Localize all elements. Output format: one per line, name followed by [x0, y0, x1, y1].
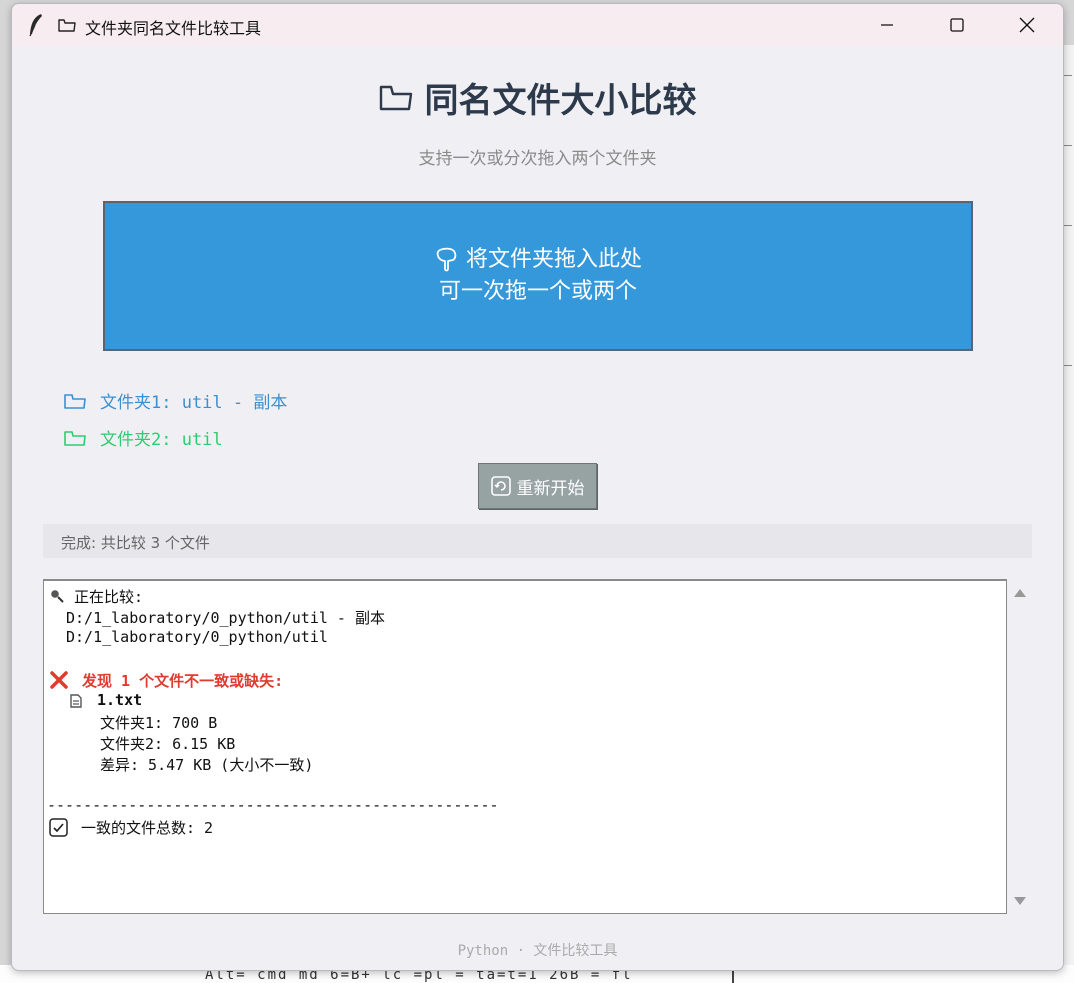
title-bar[interactable]: 文件夹同名文件比较工具 — [12, 4, 1063, 46]
drop-zone[interactable]: 将文件夹拖入此处 可一次拖一个或两个 — [103, 201, 973, 351]
reset-button-label: 重新开始 — [516, 478, 585, 499]
size2-text: 文件夹2: 6.15 KB — [100, 735, 236, 753]
diff-text: 差异: 5.47 KB (大小不一致) — [100, 756, 314, 774]
maximize-icon — [950, 18, 964, 32]
folder1-label: 文件夹1: util - 副本 — [64, 388, 287, 413]
drop-zone-line1: 将文件夹拖入此处 — [434, 244, 642, 276]
file-name: 1.txt — [97, 691, 143, 709]
mismatch-header: 发现 1 个文件不一致或缺失: — [82, 672, 284, 690]
maximize-button[interactable] — [922, 4, 992, 46]
minimize-button[interactable] — [852, 4, 922, 46]
folder2-label: 文件夹2: util — [64, 425, 223, 450]
folder-icon — [64, 430, 86, 446]
cross-mark-icon — [50, 671, 68, 689]
folder-icon — [379, 85, 412, 111]
page-header: 同名文件大小比较 — [12, 70, 1063, 124]
page-title: 同名文件大小比较 — [424, 80, 697, 121]
refresh-icon — [490, 476, 511, 496]
folder-icon — [64, 393, 86, 409]
feather-icon — [29, 14, 42, 37]
background-mark — [1064, 365, 1072, 366]
drop-zone-hint: 可一次拖一个或两个 — [438, 279, 637, 304]
app-window: 文件夹同名文件比较工具 同名文件大小比较 支持一次或分次拖入两个文件夹 将文件夹… — [11, 3, 1064, 971]
log-scrollbar[interactable] — [1007, 579, 1032, 913]
folder1-text: 文件夹1: util - 副本 — [100, 393, 288, 413]
path1-text: D:/1_laboratory/0_python/util - 副本 — [66, 609, 385, 627]
separator-line: ----------------------------------------… — [47, 796, 499, 814]
consistent-count: 一致的文件总数: 2 — [81, 819, 214, 837]
pointing-down-icon — [436, 247, 457, 272]
background-mark — [1064, 145, 1072, 146]
page-subtitle: 支持一次或分次拖入两个文件夹 — [418, 149, 657, 169]
scroll-down-icon[interactable] — [1014, 897, 1026, 905]
close-icon — [1019, 17, 1035, 33]
scroll-up-icon[interactable] — [1014, 589, 1026, 597]
footer-text: Python · 文件比较工具 — [457, 943, 618, 959]
window-title: 文件夹同名文件比较工具 — [85, 19, 262, 38]
folder2-text: 文件夹2: util — [100, 430, 223, 450]
file-icon — [70, 694, 82, 708]
folder-icon — [58, 19, 76, 32]
reset-button[interactable]: 重新开始 — [478, 463, 597, 509]
status-text: 完成: 共比较 3 个文件 — [61, 534, 210, 552]
path2-text: D:/1_laboratory/0_python/util — [66, 628, 328, 646]
result-log[interactable]: 正在比较: D:/1_laboratory/0_python/util - 副本… — [43, 579, 1007, 914]
minimize-icon — [881, 24, 893, 26]
background-mark — [1064, 225, 1072, 226]
background-mark — [1064, 75, 1072, 76]
status-bar: 完成: 共比较 3 个文件 — [43, 524, 1032, 558]
comparing-label: 正在比较: — [74, 588, 144, 606]
drop-zone-title: 将文件夹拖入此处 — [465, 247, 642, 272]
size1-text: 文件夹1: 700 B — [100, 714, 218, 732]
checkbox-icon — [49, 818, 68, 837]
close-button[interactable] — [992, 4, 1062, 46]
magnifier-icon — [51, 590, 64, 603]
